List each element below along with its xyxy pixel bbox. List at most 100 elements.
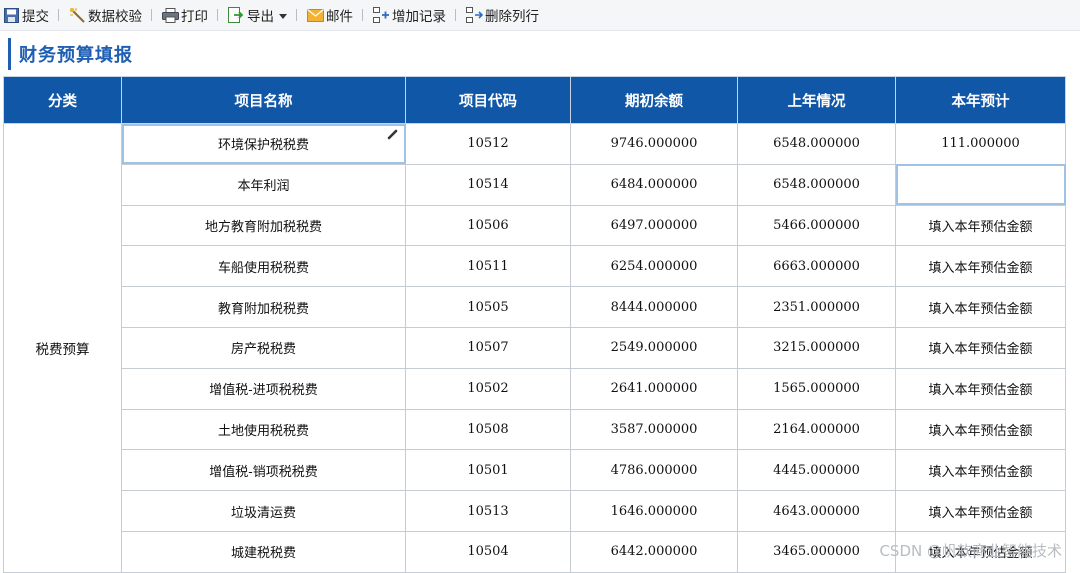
item-name-cell[interactable]: 地方教育附加税税费 (121, 204, 406, 247)
table-row: 土地使用税税费 10508 3587.000000 2164.000000 填入… (4, 408, 1066, 451)
table-header-row: 分类 项目名称 项目代码 期初余额 上年情况 本年预计 (3, 76, 1066, 124)
data-validate-label: 数据校验 (88, 9, 142, 25)
estimate-input-cell[interactable] (895, 163, 1066, 206)
page-title-bar: 财务预算填报 (8, 38, 133, 70)
item-name-cell[interactable]: 增值税-销项税税费 (121, 449, 406, 492)
item-code-cell: 10505 (405, 286, 571, 328)
estimate-input-cell[interactable]: 填入本年预估金额 (895, 530, 1066, 573)
category-cell: 税费预算 (3, 123, 122, 573)
toolbar-separator (217, 9, 218, 21)
estimate-input-cell[interactable]: 填入本年预估金额 (895, 367, 1066, 410)
estimate-input-cell[interactable]: 填入本年预估金额 (895, 286, 1066, 328)
opening-balance-cell: 1646.000000 (570, 490, 738, 532)
last-year-cell: 4643.000000 (737, 490, 896, 532)
table-row: 增值税-销项税税费 10501 4786.000000 4445.000000 … (4, 449, 1066, 492)
mail-button[interactable]: 邮件 (304, 3, 355, 27)
estimate-input-cell[interactable]: 填入本年预估金额 (895, 490, 1066, 532)
last-year-cell: 5466.000000 (737, 204, 896, 247)
item-name-cell[interactable]: 垃圾清运费 (121, 490, 406, 532)
last-year-cell: 6548.000000 (737, 123, 896, 165)
table-row: 垃圾清运费 10513 1646.000000 4643.000000 填入本年… (4, 490, 1066, 532)
item-code-cell: 10501 (405, 449, 571, 492)
item-name-cell[interactable]: 土地使用税税费 (121, 408, 406, 451)
last-year-cell: 2351.000000 (737, 286, 896, 328)
opening-balance-cell: 6254.000000 (570, 245, 738, 288)
item-code-cell: 10511 (405, 245, 571, 288)
item-name-cell[interactable]: 增值税-进项税税费 (121, 367, 406, 410)
last-year-cell: 1565.000000 (737, 367, 896, 410)
last-year-cell: 2164.000000 (737, 408, 896, 451)
table-row: 车船使用税税费 10511 6254.000000 6663.000000 填入… (4, 245, 1066, 288)
header-this-year-estimate: 本年预计 (895, 76, 1066, 124)
table-row: 本年利润 10514 6484.000000 6548.000000 (4, 163, 1066, 206)
table-row: 地方教育附加税税费 10506 6497.000000 5466.000000 … (4, 204, 1066, 247)
item-code-cell: 10508 (405, 408, 571, 451)
last-year-cell: 3465.000000 (737, 530, 896, 573)
last-year-cell: 4445.000000 (737, 449, 896, 492)
header-item-name: 项目名称 (121, 76, 406, 124)
item-name-cell[interactable]: 车船使用税税费 (121, 245, 406, 288)
data-validate-button[interactable]: 数据校验 (66, 3, 144, 27)
header-item-code: 项目代码 (405, 76, 571, 124)
toolbar-separator (455, 9, 456, 21)
item-name-cell[interactable]: 城建税税费 (121, 530, 406, 573)
chevron-down-icon (279, 13, 287, 19)
header-category: 分类 (3, 76, 122, 124)
table-row: 房产税税费 10507 2549.000000 3215.000000 填入本年… (4, 326, 1066, 369)
table-row: 教育附加税税费 10505 8444.000000 2351.000000 填入… (4, 286, 1066, 328)
export-dropdown-button[interactable]: 导出 (225, 3, 289, 27)
toolbar: 提交 数据校验 打印 导出 邮件 增加记录 删除列行 (0, 0, 1080, 31)
page-title: 财务预算填报 (19, 45, 133, 66)
printer-icon (161, 6, 179, 24)
budget-table: 分类 项目名称 项目代码 期初余额 上年情况 本年预计 税费预算 环境保护税税费… (3, 76, 1066, 573)
print-label: 打印 (181, 9, 208, 25)
item-name-text: 环境保护税税费 (217, 138, 309, 154)
item-name-cell[interactable]: 本年利润 (121, 163, 406, 206)
delete-row-button[interactable]: 删除列行 (463, 3, 541, 27)
header-opening-balance: 期初余额 (570, 76, 738, 124)
last-year-cell: 3215.000000 (737, 326, 896, 369)
last-year-cell: 6548.000000 (737, 163, 896, 206)
export-label: 导出 (247, 9, 274, 25)
delete-row-icon (465, 6, 483, 24)
item-name-cell[interactable]: 环境保护税税费 (121, 123, 406, 165)
add-record-button[interactable]: 增加记录 (370, 3, 448, 27)
submit-button[interactable]: 提交 (0, 3, 51, 27)
delete-row-label: 删除列行 (485, 9, 539, 25)
item-code-cell: 10514 (405, 163, 571, 206)
table-row: 增值税-进项税税费 10502 2641.000000 1565.000000 … (4, 367, 1066, 410)
item-code-cell: 10504 (405, 530, 571, 573)
estimate-input-cell[interactable]: 填入本年预估金额 (895, 449, 1066, 492)
opening-balance-cell: 9746.000000 (570, 123, 738, 165)
pencil-icon (387, 128, 399, 140)
opening-balance-cell: 4786.000000 (570, 449, 738, 492)
table-row: 城建税税费 10504 6442.000000 3465.000000 填入本年… (4, 530, 1066, 573)
opening-balance-cell: 6497.000000 (570, 204, 738, 247)
header-last-year: 上年情况 (737, 76, 896, 124)
estimate-input-cell[interactable]: 填入本年预估金额 (895, 408, 1066, 451)
item-code-cell: 10507 (405, 326, 571, 369)
opening-balance-cell: 2641.000000 (570, 367, 738, 410)
item-code-cell: 10506 (405, 204, 571, 247)
print-button[interactable]: 打印 (159, 3, 210, 27)
opening-balance-cell: 6442.000000 (570, 530, 738, 573)
item-name-cell[interactable]: 房产税税费 (121, 326, 406, 369)
estimate-input-cell[interactable]: 填入本年预估金额 (895, 326, 1066, 369)
item-code-cell: 10513 (405, 490, 571, 532)
estimate-input-cell[interactable]: 填入本年预估金额 (895, 204, 1066, 247)
check-wand-icon (68, 6, 86, 24)
export-icon (227, 6, 245, 24)
item-name-cell[interactable]: 教育附加税税费 (121, 286, 406, 328)
save-icon (2, 6, 20, 24)
last-year-cell: 6663.000000 (737, 245, 896, 288)
toolbar-separator (362, 9, 363, 21)
opening-balance-cell: 2549.000000 (570, 326, 738, 369)
item-code-cell: 10512 (405, 123, 571, 165)
item-code-cell: 10502 (405, 367, 571, 410)
estimate-input-cell[interactable]: 填入本年预估金额 (895, 245, 1066, 288)
estimate-input-cell[interactable]: 111.000000 (895, 123, 1066, 165)
add-record-label: 增加记录 (392, 9, 446, 25)
mail-icon (306, 6, 324, 24)
title-accent-bar (8, 38, 11, 70)
opening-balance-cell: 6484.000000 (570, 163, 738, 206)
